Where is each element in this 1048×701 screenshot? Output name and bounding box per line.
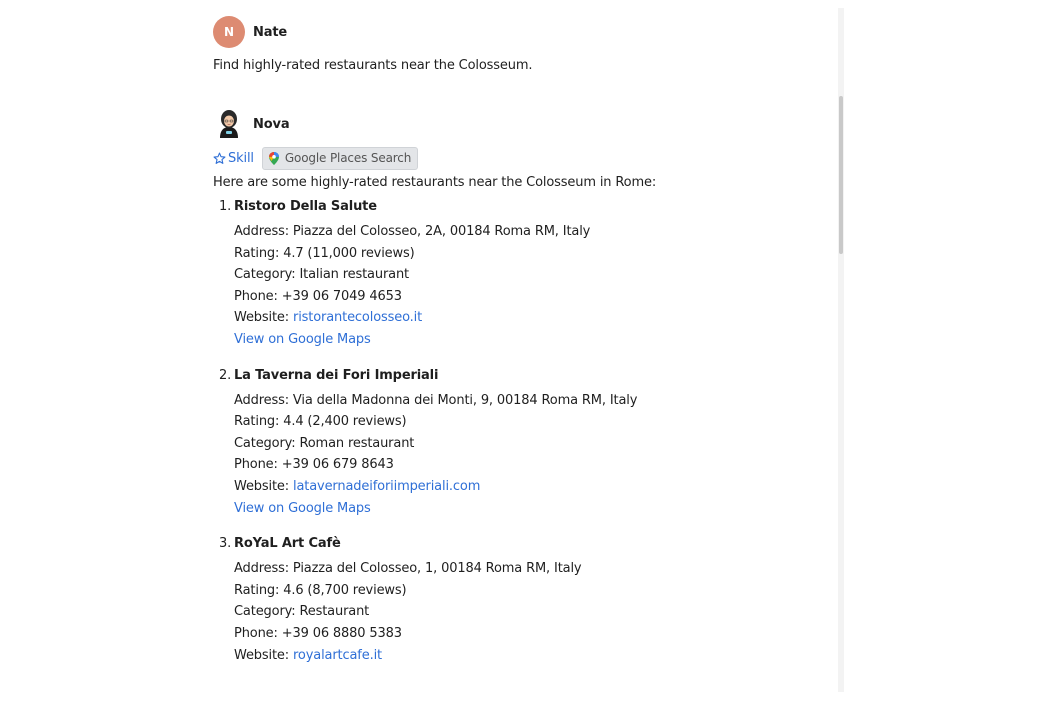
restaurant-name: RoYaL Art Cafè (234, 536, 341, 552)
scrollbar-thumb[interactable] (839, 96, 843, 254)
restaurant-details: Address: Piazza del Colosseo, 1, 00184 R… (234, 561, 833, 669)
user-message-text: Find highly-rated restaurants near the C… (213, 58, 533, 73)
user-message-header: N Nate (213, 16, 833, 48)
restaurant-item: 1. Ristoro Della Salute Address: Piazza … (213, 199, 833, 354)
user-avatar: N (213, 16, 245, 48)
restaurant-phone: Phone: +39 06 8880 5383 (234, 625, 402, 641)
tool-usage-bar: Skill Google Places Search (213, 146, 833, 170)
tool-chip-label: Google Places Search (284, 151, 412, 165)
maps-link-line: View on Google Maps (234, 332, 833, 354)
restaurant-rating: Rating: 4.6 (8,700 reviews) (234, 582, 407, 598)
restaurant-website-line: Website: ristorantecolosseo.it (234, 310, 833, 332)
skill-icon (213, 152, 226, 164)
restaurant-category: Category: Italian restaurant (234, 267, 409, 283)
restaurant-address: Address: Piazza del Colosseo, 1, 00184 R… (234, 561, 582, 577)
restaurant-website-line: Website: latavernadeiforiimperiali.com (234, 479, 833, 501)
restaurant-category: Category: Roman restaurant (234, 435, 415, 451)
chat-thread: N Nate Find highly-rated restaurants nea… (213, 16, 833, 669)
website-label: Website: (234, 310, 293, 326)
restaurant-phone: Phone: +39 06 7049 4653 (234, 288, 402, 304)
assistant-message: Nova Skill Google Places Search Here are… (213, 108, 833, 669)
restaurant-category: Category: Restaurant (234, 604, 370, 620)
restaurant-rating: Rating: 4.7 (11,000 reviews) (234, 245, 415, 261)
restaurant-item: 2. La Taverna dei Fori Imperiali Address… (213, 368, 833, 523)
restaurant-website-line: Website: royalartcafe.it (234, 648, 833, 670)
item-number: 1. (219, 199, 232, 214)
google-places-search-chip[interactable]: Google Places Search (261, 146, 419, 170)
assistant-intro-text: Here are some highly-rated restaurants n… (213, 175, 657, 190)
restaurant-details: Address: Piazza del Colosseo, 2A, 00184 … (234, 224, 833, 354)
user-sender-name: Nate (253, 24, 288, 40)
restaurant-address: Address: Piazza del Colosseo, 2A, 00184 … (234, 224, 591, 239)
website-link[interactable]: royalartcafe.it (293, 648, 382, 663)
restaurant-rating: Rating: 4.4 (2,400 reviews) (234, 414, 407, 430)
assistant-avatar (220, 110, 238, 138)
google-maps-link[interactable]: View on Google Maps (234, 501, 371, 516)
user-message: N Nate Find highly-rated restaurants nea… (213, 16, 833, 74)
skill-label: Skill (228, 150, 254, 166)
restaurant-name: Ristoro Della Salute (234, 199, 377, 214)
restaurant-address: Address: Via della Madonna dei Monti, 9,… (234, 392, 638, 408)
restaurant-item: 3. RoYaL Art Cafè Address: Piazza del Co… (213, 536, 833, 669)
google-maps-link[interactable]: View on Google Maps (234, 332, 371, 347)
assistant-sender-name: Nova (253, 116, 290, 132)
restaurant-name: La Taverna dei Fori Imperiali (234, 367, 439, 383)
assistant-message-header: Nova (213, 108, 833, 140)
website-link[interactable]: latavernadeiforiimperiali.com (293, 479, 480, 494)
item-number: 2. (219, 367, 232, 383)
maps-link-line: View on Google Maps (234, 501, 833, 523)
map-pin-icon (268, 151, 279, 165)
restaurant-list: 1. Ristoro Della Salute Address: Piazza … (213, 199, 833, 669)
restaurant-details: Address: Via della Madonna dei Monti, 9,… (234, 393, 833, 523)
skill-toggle[interactable]: Skill (213, 151, 254, 166)
website-label: Website: (234, 478, 293, 494)
item-number: 3. (219, 536, 232, 552)
website-label: Website: (234, 647, 293, 663)
website-link[interactable]: ristorantecolosseo.it (293, 310, 422, 325)
restaurant-phone: Phone: +39 06 679 8643 (234, 457, 394, 473)
